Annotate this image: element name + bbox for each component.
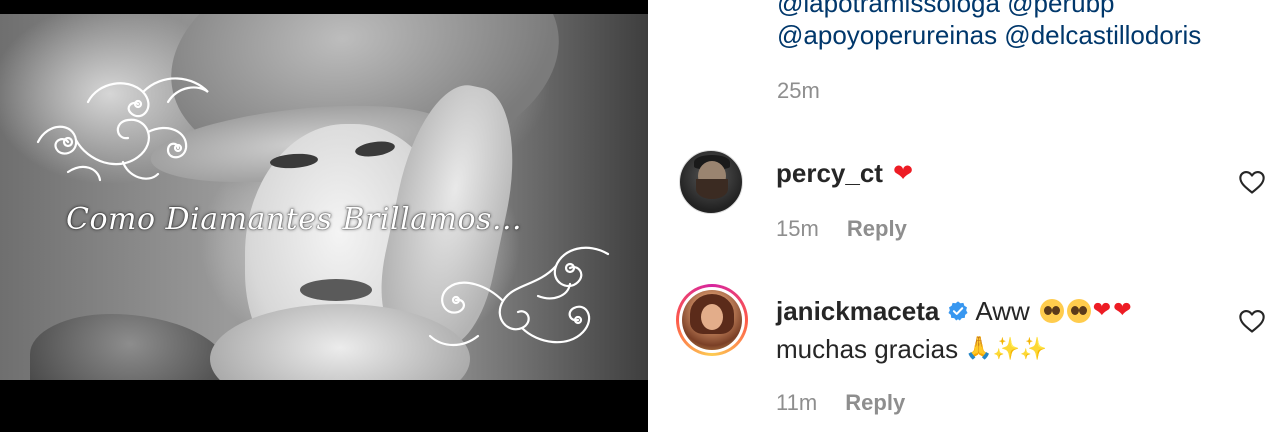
reply-button[interactable]: Reply	[845, 390, 905, 415]
media-caption-overlay: Como Diamantes Brillamos...	[66, 202, 523, 237]
avatar-story-ring[interactable]	[676, 284, 748, 356]
like-heart-icon[interactable]	[1238, 307, 1266, 335]
heart-emoji-icon: ❤	[1092, 298, 1112, 323]
photo-shoulder	[30, 314, 230, 380]
sparkles-emoji-icon: ✨	[992, 336, 1020, 361]
comment-username[interactable]: janickmaceta	[776, 292, 939, 330]
mention-line-1[interactable]: @lapotramissologa @perubp	[777, 0, 1201, 19]
previous-comment-mentions: @lapotramissologa @perubp @apoyoperurein…	[777, 0, 1201, 51]
photo-lips	[300, 279, 372, 301]
comment-body: percy_ct ❤	[776, 154, 913, 192]
like-heart-icon[interactable]	[1238, 168, 1266, 196]
pleading-face-emoji-icon	[1039, 299, 1064, 323]
pleading-face-emoji-icon	[1066, 299, 1091, 323]
mention-line-2[interactable]: @apoyoperureinas @delcastillodoris	[777, 19, 1201, 51]
comment-text-line-1: Aww	[975, 296, 1030, 326]
heart-emoji-icon: ❤	[1113, 298, 1132, 323]
reply-button[interactable]: Reply	[847, 216, 907, 241]
previous-comment-timestamp[interactable]: 25m	[777, 78, 820, 104]
comment-text-line-2: muchas gracias	[776, 334, 959, 364]
avatar	[682, 290, 742, 350]
flourish-ornament-bottom	[428, 246, 610, 347]
comment-timestamp[interactable]: 11m	[776, 390, 817, 415]
avatar[interactable]	[679, 150, 743, 214]
verified-badge-icon	[948, 301, 968, 321]
heart-emoji-icon: ❤	[892, 159, 914, 187]
post-photo: Como Diamantes Brillamos...	[0, 14, 648, 380]
post-media[interactable]: Como Diamantes Brillamos...	[0, 0, 648, 432]
comment-meta: 15m Reply	[776, 216, 907, 242]
sparkles-emoji-icon: ✨	[1019, 336, 1048, 361]
comments-panel: @lapotramissologa @perubp @apoyoperurein…	[648, 0, 1280, 432]
flourish-ornament-top	[36, 77, 209, 182]
comment-timestamp[interactable]: 15m	[776, 216, 819, 241]
emoji-group-1: ❤ ❤	[1038, 292, 1132, 330]
folded-hands-emoji-icon: 🙏	[965, 336, 993, 361]
comment-body: janickmaceta Aww ❤ ❤ muchas gracias 🙏 ✨	[776, 292, 1132, 368]
comment-username[interactable]: percy_ct	[776, 158, 883, 189]
comment-meta: 11m Reply	[776, 390, 905, 416]
emoji-group-2: 🙏 ✨ ✨	[964, 330, 1047, 368]
